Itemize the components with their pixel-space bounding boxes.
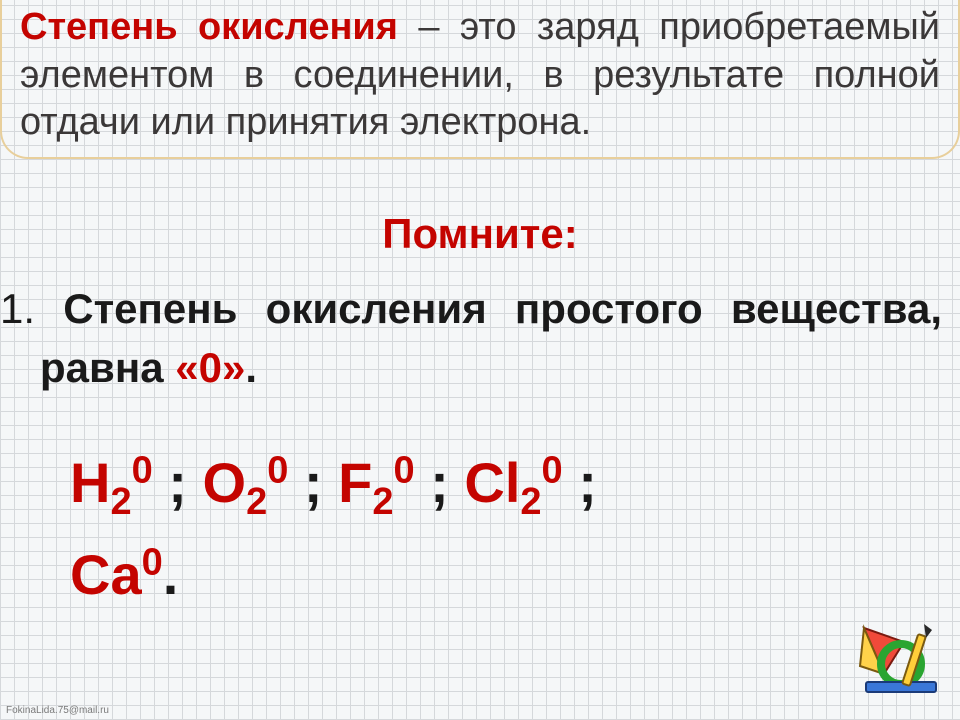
remember-heading: Помните: [0,210,960,258]
rule-text-after: . [245,344,257,391]
rule-zero: «0» [175,344,245,391]
formula-row: H20 ; O20 ; F20 ; Cl20 ; Ca0. [70,440,910,624]
separator: ; [153,451,203,514]
formula-O2: O20 [203,451,289,514]
formula-F2: F20 [338,451,415,514]
rule-1: 1. Степень окисления простого вещества, … [0,280,942,398]
credit-text: FokinaLida.75@mail.ru [6,705,109,716]
definition-term: Степень окисления [20,6,398,48]
formula-Ca: Ca0 [70,543,163,606]
rule-text-before: Степень окисления простого вещества, рав… [35,285,942,391]
formula-H2: H20 [70,451,153,514]
separator: ; [563,451,597,514]
definition-body2: отдачи или принятия электрона. [20,99,940,147]
definition-box: Степень окисления – это заряд приобретае… [0,0,960,159]
stationery-icon [846,616,946,706]
terminator: . [163,543,179,606]
rule-number: 1. [0,285,35,332]
separator: ; [288,451,338,514]
formula-Cl2: Cl20 [464,451,562,514]
separator: ; [415,451,465,514]
